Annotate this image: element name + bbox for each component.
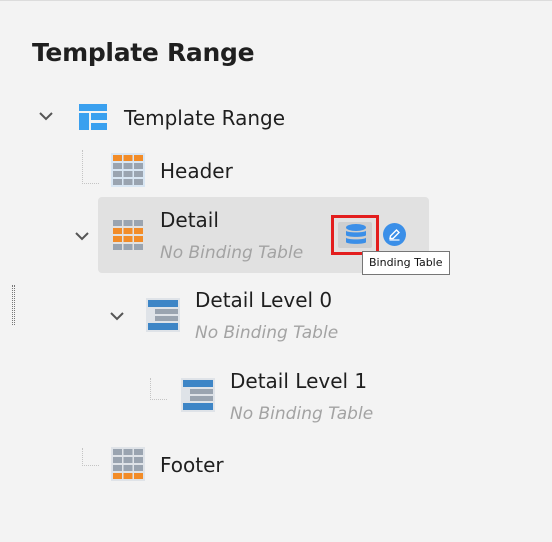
chevron-down-icon[interactable]: [74, 228, 90, 244]
binding-table-button[interactable]: [331, 215, 379, 255]
panel-title: Template Range: [32, 38, 255, 67]
top-border: [0, 0, 552, 1]
header-grid-icon: [111, 153, 145, 187]
binding-table-button-face[interactable]: [338, 222, 372, 248]
pencil-icon: [389, 229, 400, 241]
tree-node-footer[interactable]: Footer: [160, 453, 224, 477]
tree-connector: [82, 448, 99, 466]
chevron-down-icon[interactable]: [38, 108, 54, 124]
tree-node-detail-level-1[interactable]: Detail Level 1: [230, 369, 367, 393]
tree-node-detail-level-0[interactable]: Detail Level 0: [195, 288, 332, 312]
tree-node-detail[interactable]: Detail: [160, 208, 219, 232]
template-range-icon: [78, 102, 108, 132]
panel-splitter-handle[interactable]: [12, 285, 15, 325]
binding-status: No Binding Table: [195, 323, 339, 343]
detail-level-icon: [146, 298, 180, 332]
binding-status: No Binding Table: [230, 404, 374, 424]
tree-node-template-range[interactable]: Template Range: [124, 106, 285, 130]
tree-connector: [82, 150, 99, 184]
footer-grid-icon: [111, 447, 145, 481]
edit-button[interactable]: [383, 223, 406, 246]
binding-table-tooltip: Binding Table: [362, 251, 450, 275]
detail-grid-icon: [111, 218, 145, 252]
database-icon: [346, 224, 366, 244]
chevron-down-icon[interactable]: [109, 308, 125, 324]
tree-connector: [150, 378, 167, 400]
binding-status: No Binding Table: [160, 243, 304, 263]
detail-level-icon: [181, 378, 215, 412]
tree-node-header[interactable]: Header: [160, 159, 233, 183]
